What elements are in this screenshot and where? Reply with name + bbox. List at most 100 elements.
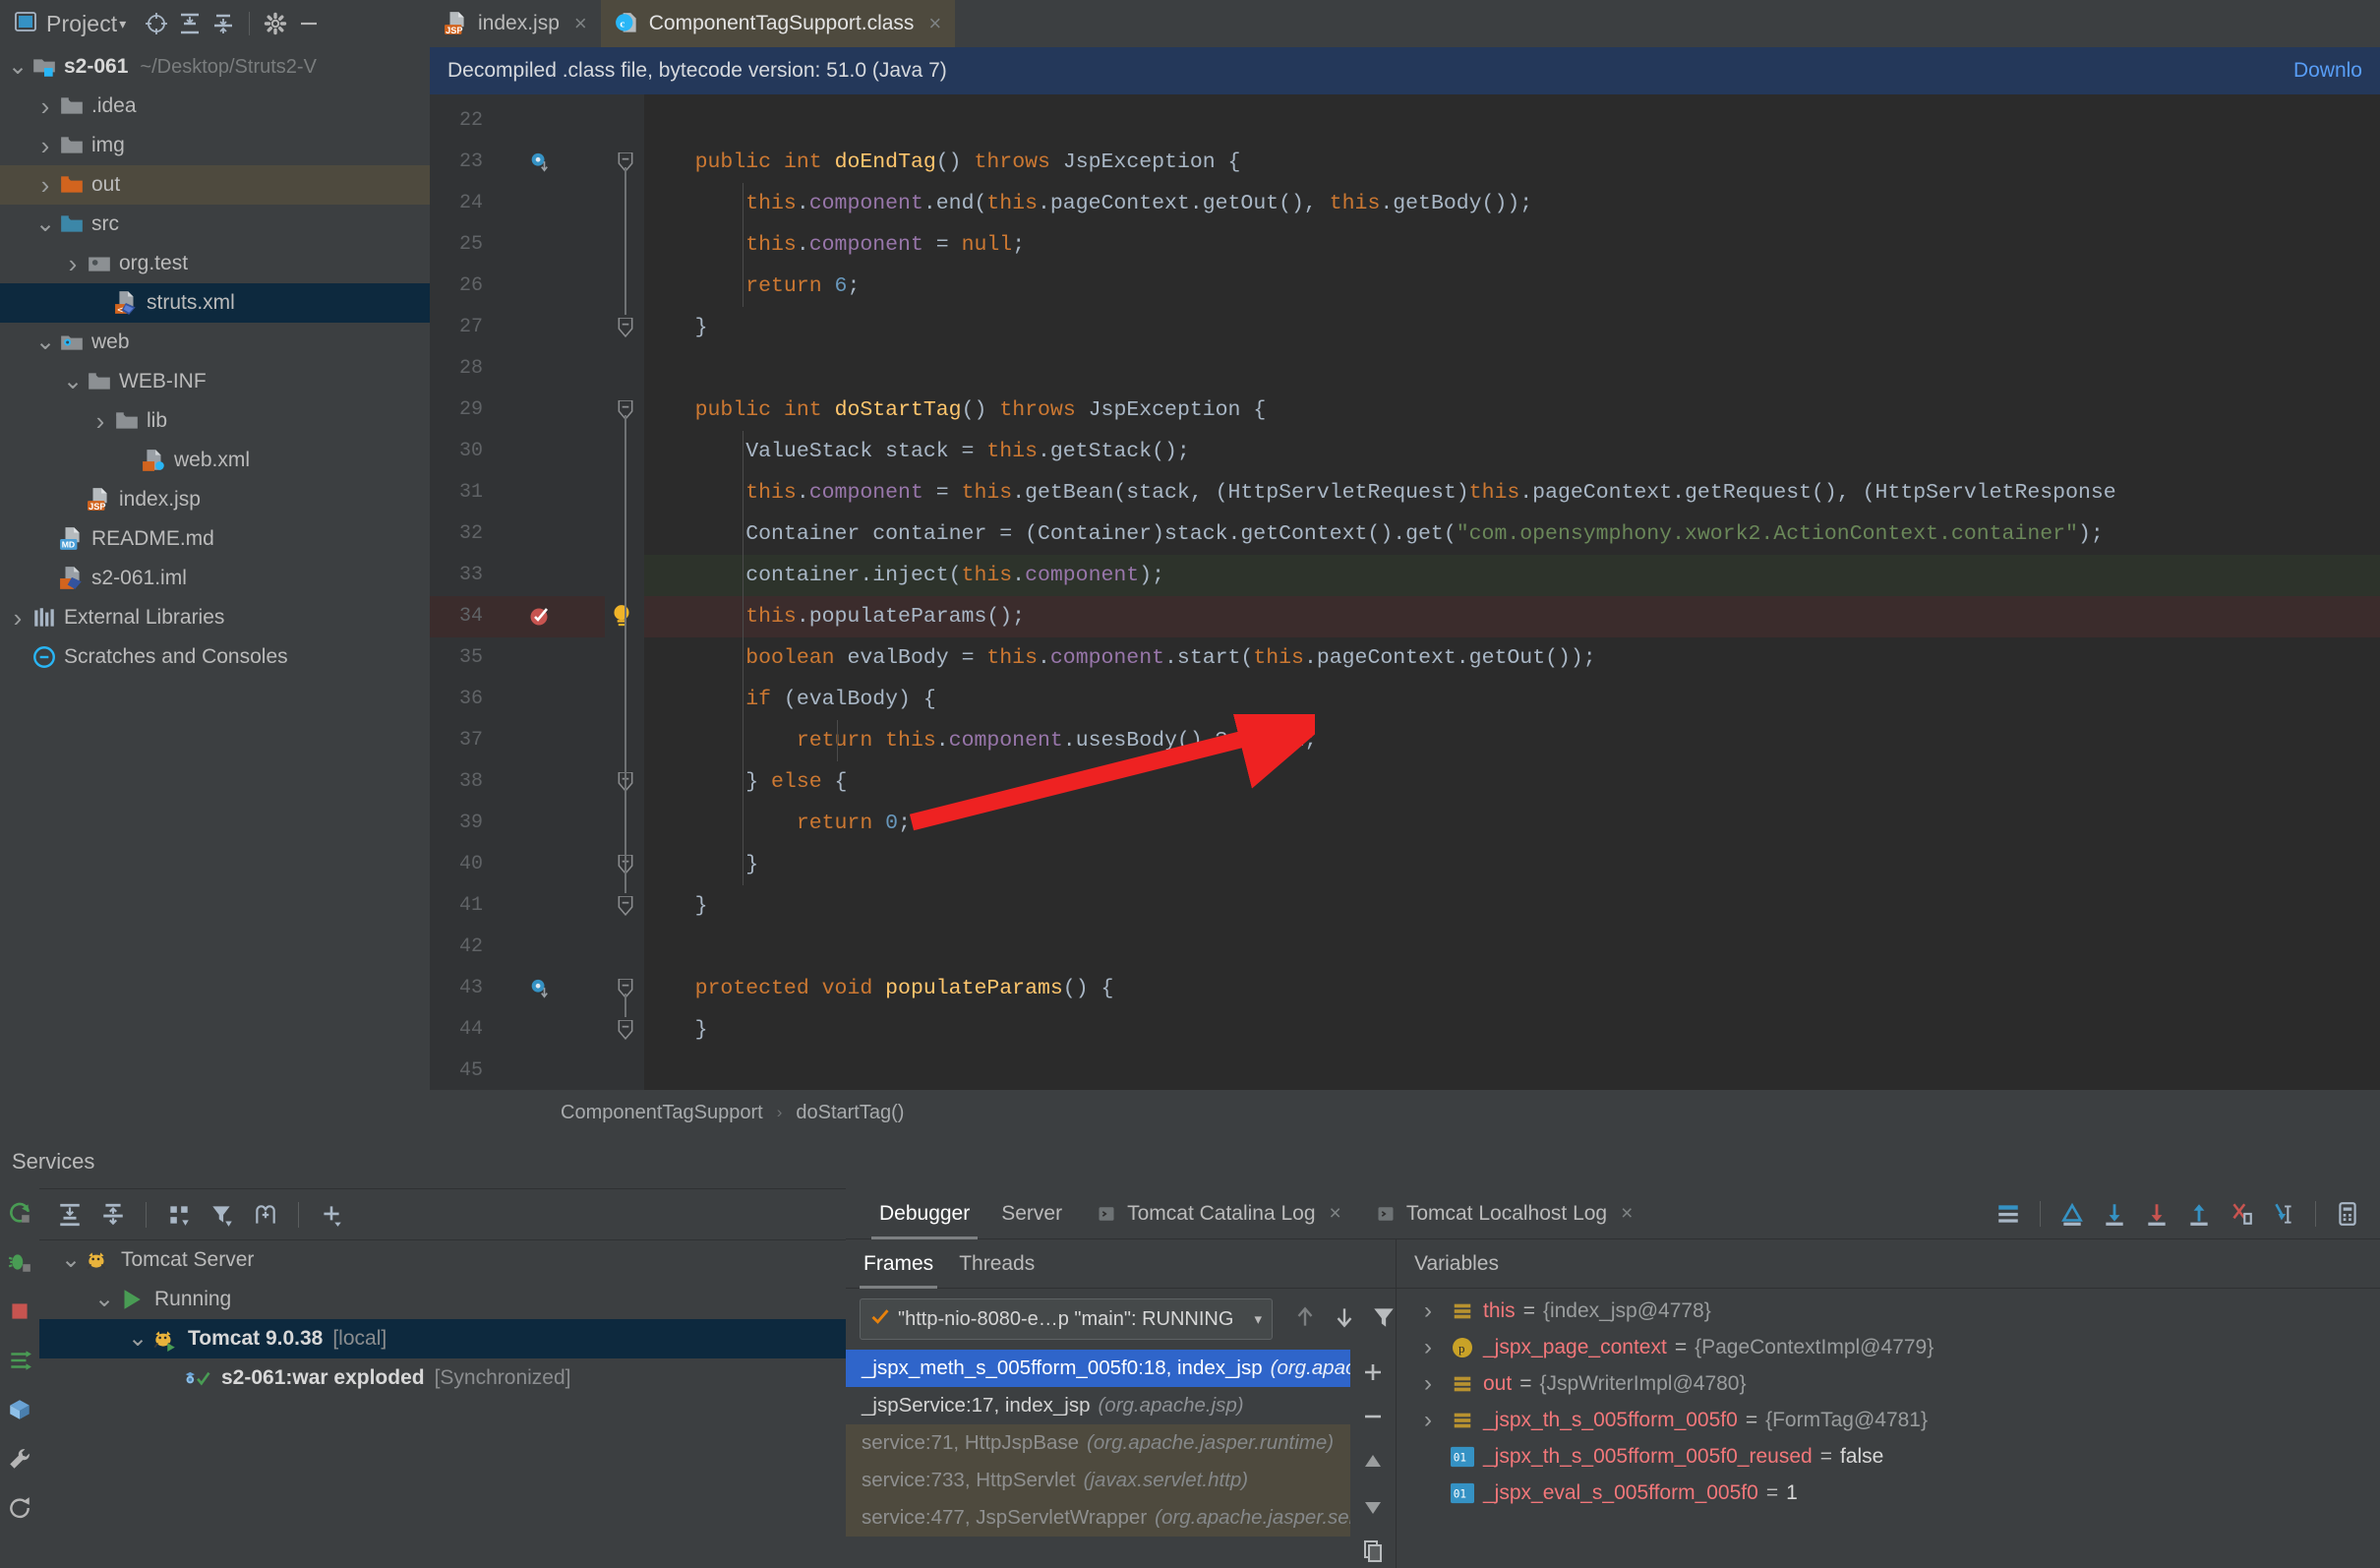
frame-row[interactable]: service:733, HttpServlet (javax.servlet.h… (846, 1462, 1350, 1499)
services-tree[interactable]: ⌄ Tomcat Server ⌄ Running ⌄ Tomcat 9.0.38 [loc… (39, 1240, 846, 1398)
project-title[interactable]: Project (46, 11, 117, 37)
remove-icon[interactable] (1356, 1401, 1390, 1434)
show-execution-point-icon[interactable] (2055, 1197, 2089, 1231)
tree-item-img[interactable]: › img (0, 126, 430, 165)
chevron-down-icon[interactable]: ⌄ (59, 370, 87, 393)
settings-gear-icon[interactable] (261, 9, 290, 38)
chevron-down-icon[interactable]: ▾ (119, 16, 126, 32)
chevron-right-icon[interactable]: › (4, 603, 31, 633)
frame-row[interactable]: service:71, HttpJspBase (org.apache.jaspe… (846, 1424, 1350, 1462)
add-icon[interactable] (1356, 1356, 1390, 1389)
code-fold-marker[interactable] (617, 1019, 634, 1041)
project-view-icon[interactable] (14, 10, 37, 38)
method-override-icon[interactable] (528, 151, 550, 178)
debug-tab-bar[interactable]: Debugger Server Tomcat Catalina Log × Tomcat… (846, 1188, 2380, 1239)
close-icon[interactable]: × (574, 11, 587, 36)
redeploy-icon[interactable] (3, 1344, 36, 1377)
code-editor[interactable]: 22 23 24 25 26 27 28 29 30 31 32 33 34 35 36 37 38 39 40 41… (430, 94, 2380, 1135)
frames-list[interactable]: _jspx_meth_s_005fform_005f0:18, index_js… (846, 1350, 1350, 1568)
editor-tab-1[interactable]: JSP index.jsp × (430, 0, 601, 47)
evaluate-expression-icon[interactable] (2331, 1197, 2364, 1231)
breadcrumb-method[interactable]: doStartTag() (796, 1102, 904, 1124)
refresh-icon[interactable] (3, 1491, 36, 1525)
filter-icon[interactable] (1367, 1300, 1400, 1334)
debug-icon[interactable] (3, 1245, 36, 1279)
chevron-right-icon[interactable]: › (31, 91, 59, 122)
deploy-icon[interactable] (3, 1393, 36, 1426)
layout-settings-icon[interactable] (1992, 1197, 2025, 1231)
expand-all-icon[interactable] (53, 1198, 87, 1232)
rerun-icon[interactable] (3, 1196, 36, 1230)
intention-bulb-icon[interactable] (609, 603, 634, 635)
chevron-down-icon[interactable]: ▾ (1254, 1310, 1262, 1328)
frames-nav-actions[interactable] (1288, 1300, 1400, 1334)
variable-row[interactable]: › out = {JspWriterImpl@4780} (1397, 1365, 2380, 1402)
chevron-right-icon[interactable]: › (1424, 1334, 1450, 1361)
chevron-right-icon[interactable]: › (87, 406, 114, 437)
debugger-toolbar[interactable] (1992, 1197, 2380, 1231)
force-step-into-icon[interactable] (2225, 1197, 2258, 1231)
tree-item-struts-xml[interactable]: < struts.xml (0, 283, 430, 323)
thread-selector[interactable]: "http-nio-8080-e…p "main": RUNNING ▾ (860, 1298, 1273, 1340)
up-icon[interactable] (1356, 1445, 1390, 1478)
step-into-icon[interactable] (2140, 1197, 2173, 1231)
tree-item-org-test[interactable]: › org.test (0, 244, 430, 283)
collapse-all-icon[interactable] (208, 9, 238, 38)
step-over-icon[interactable] (2098, 1197, 2131, 1231)
download-sources-link[interactable]: Downlo (2293, 59, 2362, 83)
subtab-frames[interactable]: Frames (859, 1239, 938, 1289)
chevron-right-icon[interactable]: › (1424, 1370, 1450, 1398)
debug-tab-server[interactable]: Server (985, 1188, 1078, 1239)
code-fold-marker[interactable] (617, 317, 634, 338)
chevron-down-icon[interactable]: ⌄ (124, 1327, 151, 1351)
hide-panel-icon[interactable] (294, 9, 324, 38)
frame-row[interactable]: _jspx_meth_s_005fform_005f0:18, index_js… (846, 1350, 1350, 1387)
tree-item-web[interactable]: ⌄ web (0, 323, 430, 362)
debug-tab-tomcat-localhost-log[interactable]: Tomcat Localhost Log × (1357, 1188, 1649, 1239)
tree-item-scratches-and-consoles[interactable]: Scratches and Consoles (0, 637, 430, 677)
services-item-tomcat-9-0-38[interactable]: ⌄ Tomcat 9.0.38 [local] (39, 1319, 846, 1358)
editor-gutter[interactable]: 22 23 24 25 26 27 28 29 30 31 32 33 34 35 36 37 38 39 40 41… (430, 94, 607, 1135)
breakpoint-verified-icon[interactable] (528, 605, 552, 633)
frames-subtabs[interactable]: Frames Threads (846, 1239, 1396, 1289)
chevron-right-icon[interactable]: › (1424, 1407, 1450, 1434)
variables-list[interactable]: › this = {index_jsp@4778} › p _jspx_page_conte… (1397, 1289, 2380, 1568)
tree-item-s2-061[interactable]: ⌄ s2-061 ~/Desktop/Struts2-V (0, 47, 430, 87)
locate-icon[interactable] (142, 9, 171, 38)
services-action-rail[interactable] (0, 1188, 39, 1568)
services-item-running[interactable]: ⌄ Running (39, 1280, 846, 1319)
tree-item--idea[interactable]: › .idea (0, 87, 430, 126)
chevron-down-icon[interactable]: ⌄ (31, 331, 59, 354)
step-out-icon[interactable] (2182, 1197, 2216, 1231)
services-toolbar[interactable] (39, 1189, 846, 1240)
close-icon[interactable]: × (1621, 1202, 1633, 1226)
breadcrumb[interactable]: ComponentTagSupport › doStartTag() (430, 1090, 2380, 1135)
subtab-threads[interactable]: Threads (959, 1239, 1035, 1289)
chevron-down-icon[interactable]: ⌄ (57, 1248, 85, 1272)
tree-item-web-xml[interactable]: web.xml (0, 441, 430, 480)
up-arrow-icon[interactable] (1288, 1300, 1322, 1334)
chevron-right-icon[interactable]: › (59, 249, 87, 279)
method-override-icon[interactable] (528, 978, 550, 1004)
debug-tab-tomcat-catalina-log[interactable]: Tomcat Catalina Log × (1078, 1188, 1357, 1239)
variable-row[interactable]: › _jspx_th_s_005fform_005f0 = {FormTag@4781… (1397, 1402, 2380, 1438)
copy-icon[interactable] (1356, 1535, 1390, 1568)
chevron-right-icon[interactable]: › (1424, 1297, 1450, 1325)
tree-item-index-jsp[interactable]: JSP index.jsp (0, 480, 430, 519)
tree-item-lib[interactable]: › lib (0, 401, 430, 441)
chevron-down-icon[interactable]: ⌄ (4, 55, 31, 79)
services-item-s2-061-war-exploded[interactable]: s2-061:war exploded [Synchronized] (39, 1358, 846, 1398)
close-icon[interactable]: × (1330, 1202, 1341, 1226)
services-item-tomcat-server[interactable]: ⌄ Tomcat Server (39, 1240, 846, 1280)
editor-fold-column[interactable] (605, 94, 644, 1135)
settings-wrench-icon[interactable] (3, 1442, 36, 1476)
breadcrumb-class[interactable]: ComponentTagSupport (561, 1102, 763, 1124)
variable-row[interactable]: › p _jspx_page_context = {PageContextImpl@47… (1397, 1329, 2380, 1365)
chevron-down-icon[interactable]: ⌄ (90, 1288, 118, 1311)
run-to-cursor-icon[interactable] (2267, 1197, 2300, 1231)
variable-row[interactable]: 01 _jspx_th_s_005fform_005f0_reused = false (1397, 1438, 2380, 1475)
frame-row[interactable]: _jspService:17, index_jsp (org.apache.jsp… (846, 1387, 1350, 1424)
tree-item-readme-md[interactable]: MD README.md (0, 519, 430, 559)
chevron-right-icon[interactable]: › (31, 170, 59, 201)
editor-tab-2[interactable]: c ComponentTagSupport.class × (600, 0, 956, 47)
